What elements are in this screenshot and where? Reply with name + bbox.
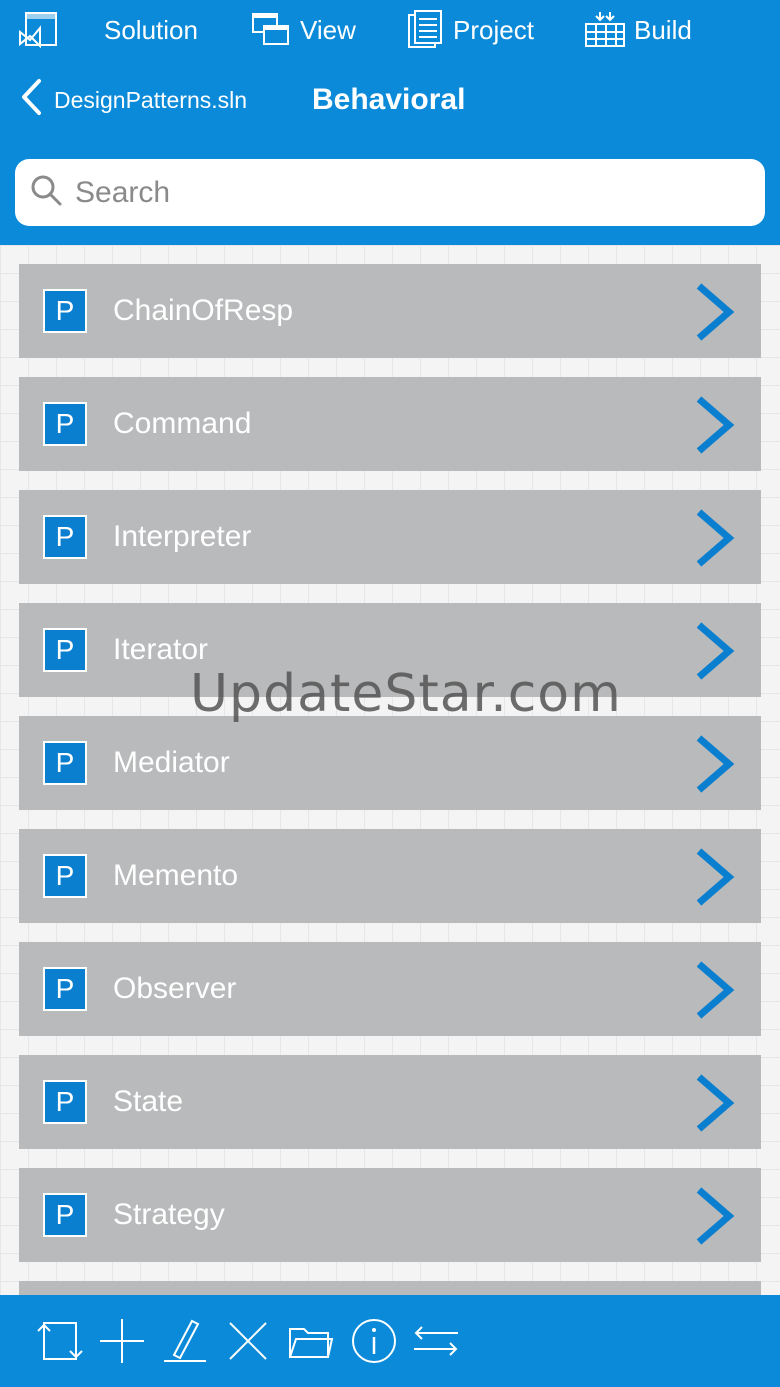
list-item[interactable]: P Mediator <box>19 716 761 810</box>
view-menu[interactable]: View <box>250 8 356 52</box>
list-item-label: Observer <box>113 972 237 1005</box>
chevron-right-icon <box>693 847 735 912</box>
bottom-toolbar <box>0 1295 780 1387</box>
project-badge: P <box>43 289 87 333</box>
chevron-right-icon <box>693 1073 735 1138</box>
sync-icon[interactable] <box>36 1317 84 1365</box>
view-label: View <box>300 14 356 45</box>
project-badge: P <box>43 1080 87 1124</box>
chevron-right-icon <box>693 621 735 686</box>
list-item-partial[interactable] <box>19 1281 761 1295</box>
search-input[interactable] <box>73 174 727 211</box>
chevron-right-icon <box>693 282 735 347</box>
build-icon <box>584 10 626 50</box>
list-item[interactable]: P State <box>19 1055 761 1149</box>
chevron-right-icon <box>693 1186 735 1251</box>
chevron-right-icon <box>693 395 735 460</box>
project-badge: P <box>43 515 87 559</box>
search-icon <box>29 173 63 212</box>
solution-label: Solution <box>104 14 198 45</box>
project-badge: P <box>43 967 87 1011</box>
view-icon <box>250 10 292 50</box>
chevron-right-icon <box>693 960 735 1025</box>
delete-icon[interactable] <box>224 1317 272 1365</box>
list-item[interactable]: P Strategy <box>19 1168 761 1262</box>
list-item[interactable]: P Iterator <box>19 603 761 697</box>
list-item[interactable]: P ChainOfResp <box>19 264 761 358</box>
list-item-label: Interpreter <box>113 520 252 553</box>
folder-icon[interactable] <box>286 1317 334 1365</box>
list-item[interactable]: P Command <box>19 377 761 471</box>
chevron-right-icon <box>693 734 735 799</box>
list-item-label: State <box>113 1085 184 1118</box>
project-list: P ChainOfResp P Command P Interpreter P … <box>0 245 780 1295</box>
list-item-label: Memento <box>113 859 239 892</box>
app-header: Solution View Project Build DesignPatter… <box>0 0 780 245</box>
project-badge: P <box>43 741 87 785</box>
project-label: Project <box>453 14 534 45</box>
list-item-label: Mediator <box>113 746 230 779</box>
back-button[interactable]: DesignPatterns.sln <box>20 78 247 122</box>
list-item[interactable]: P Observer <box>19 942 761 1036</box>
build-label: Build <box>634 14 692 45</box>
chevron-right-icon <box>693 508 735 573</box>
list-item[interactable]: P Interpreter <box>19 490 761 584</box>
list-item-label: Strategy <box>113 1198 225 1231</box>
back-label: DesignPatterns.sln <box>54 86 248 113</box>
search-bar[interactable] <box>15 159 765 226</box>
project-badge: P <box>43 402 87 446</box>
project-badge: P <box>43 854 87 898</box>
chevron-left-icon <box>20 78 42 122</box>
project-menu[interactable]: Project <box>405 8 534 52</box>
add-icon[interactable] <box>98 1317 146 1365</box>
transfer-icon[interactable] <box>412 1317 460 1365</box>
list-item-label: ChainOfResp <box>113 294 294 327</box>
build-menu[interactable]: Build <box>584 8 692 52</box>
project-badge: P <box>43 628 87 672</box>
solution-menu[interactable]: Solution <box>18 8 198 52</box>
list-item[interactable]: P Memento <box>19 829 761 923</box>
info-icon[interactable] <box>350 1317 398 1365</box>
edit-icon[interactable] <box>160 1317 208 1365</box>
project-badge: P <box>43 1193 87 1237</box>
list-item-label: Iterator <box>113 633 209 666</box>
solution-icon <box>18 10 60 50</box>
project-icon <box>405 9 445 51</box>
list-item-label: Command <box>113 407 252 440</box>
page-title: Behavioral <box>312 83 466 116</box>
